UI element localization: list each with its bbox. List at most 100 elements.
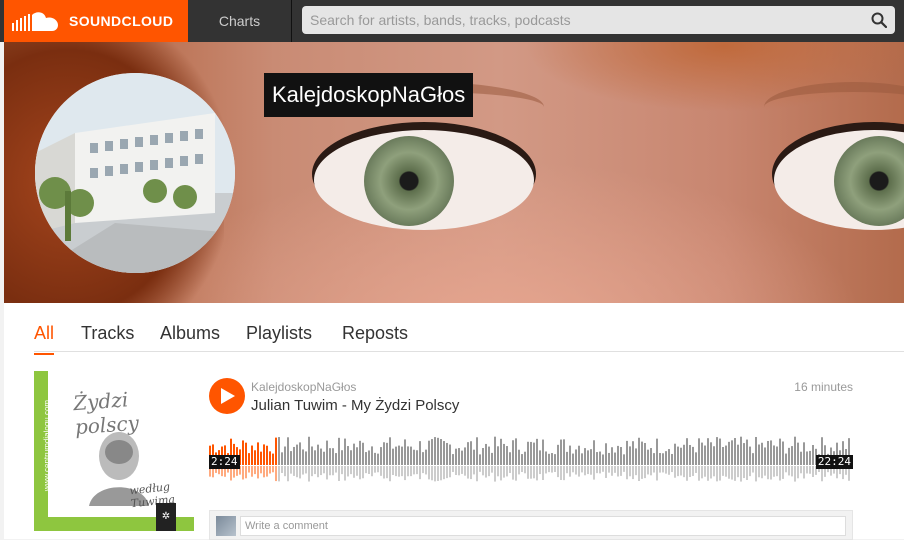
tab-tracks[interactable]: Tracks bbox=[81, 323, 134, 353]
waveform-bar-reflection bbox=[386, 466, 388, 479]
waveform-bar bbox=[377, 453, 379, 465]
waveform-bar-reflection bbox=[464, 466, 466, 476]
waveform-bar bbox=[701, 442, 703, 465]
waveform-bar bbox=[806, 451, 808, 465]
comment-input[interactable] bbox=[240, 516, 846, 536]
waveform-bar bbox=[599, 451, 601, 465]
waveform-bar bbox=[764, 447, 766, 465]
waveform-bar-reflection bbox=[713, 466, 715, 477]
waveform-bar-reflection bbox=[707, 466, 709, 481]
waveform-bar-reflection bbox=[650, 466, 652, 476]
waveform-bar-reflection bbox=[356, 466, 358, 476]
waveform-bar bbox=[491, 452, 493, 465]
waveform-bar-reflection bbox=[398, 466, 400, 477]
waveform-bar bbox=[686, 438, 688, 465]
waveform-bar-reflection bbox=[596, 466, 598, 474]
waveform-bar bbox=[413, 449, 415, 465]
waveform-bar bbox=[752, 453, 754, 465]
tab-playlists[interactable]: Playlists bbox=[246, 323, 312, 353]
waveform-bar-reflection bbox=[710, 466, 712, 479]
waveform-bar-reflection bbox=[761, 466, 763, 479]
waveform-bar-reflection bbox=[788, 466, 790, 476]
waveform-bar bbox=[512, 440, 514, 465]
waveform-bar-reflection bbox=[275, 466, 277, 482]
waveform-bar bbox=[407, 446, 409, 465]
waveform-bar-reflection bbox=[716, 466, 718, 482]
waveform-bar-reflection bbox=[698, 466, 700, 481]
waveform-bar-reflection bbox=[308, 466, 310, 482]
waveform-bar bbox=[362, 442, 364, 465]
waveform-bar bbox=[521, 454, 523, 465]
play-icon bbox=[221, 388, 235, 404]
waveform-bar-reflection bbox=[632, 466, 634, 480]
tab-all[interactable]: All bbox=[34, 323, 55, 355]
waveform-bar-reflection bbox=[455, 466, 457, 475]
waveform-bar bbox=[497, 446, 499, 465]
waveform-bar bbox=[248, 453, 250, 465]
waveform-bar-reflection bbox=[242, 466, 244, 480]
waveform-bar bbox=[551, 453, 553, 465]
waveform-bar-reflection bbox=[722, 466, 724, 476]
track-waveform[interactable] bbox=[209, 425, 853, 485]
soundcloud-logo[interactable]: SOUNDCLOUD bbox=[4, 0, 188, 42]
nav-charts[interactable]: Charts bbox=[188, 0, 292, 42]
waveform-bar-reflection bbox=[503, 466, 505, 478]
waveform-bar-reflection bbox=[272, 466, 274, 473]
waveform-bar-reflection bbox=[248, 466, 250, 473]
soundcloud-logo-icon bbox=[12, 12, 58, 31]
waveform-bar bbox=[461, 450, 463, 465]
waveform-bar-reflection bbox=[491, 466, 493, 473]
waveform-bar-reflection bbox=[545, 466, 547, 474]
waveform-bar bbox=[467, 442, 469, 465]
waveform-bar bbox=[335, 453, 337, 465]
waveform-bar-reflection bbox=[752, 466, 754, 473]
waveform-bar bbox=[770, 440, 772, 465]
play-button[interactable] bbox=[209, 378, 245, 414]
logo-text: SOUNDCLOUD bbox=[69, 13, 174, 29]
waveform-bar-reflection bbox=[731, 466, 733, 480]
waveform-bar-reflection bbox=[602, 466, 604, 472]
waveform-bar-reflection bbox=[374, 466, 376, 473]
artwork-badge-icon: ✲ bbox=[156, 503, 176, 531]
search-icon[interactable] bbox=[871, 12, 887, 28]
waveform-bar bbox=[536, 438, 538, 465]
waveform-bar-reflection bbox=[617, 466, 619, 477]
waveform-bar bbox=[743, 443, 745, 465]
waveform-bar bbox=[653, 453, 655, 465]
track-title[interactable]: Julian Tuwim - My Żydzi Polscy bbox=[251, 397, 459, 414]
search-bar bbox=[302, 6, 895, 34]
tab-reposts[interactable]: Reposts bbox=[342, 323, 408, 353]
waveform-bar-reflection bbox=[695, 466, 697, 473]
track-posted-time: 16 minutes bbox=[794, 380, 853, 394]
waveform-bar-reflection bbox=[401, 466, 403, 477]
waveform-bar bbox=[800, 451, 802, 465]
waveform-bar bbox=[554, 454, 556, 465]
waveform-bar-reflection bbox=[515, 466, 517, 481]
waveform-bar bbox=[485, 443, 487, 465]
track-artwork[interactable]: www.centrumdialogu.com Żydzi polscy wedł… bbox=[34, 371, 194, 531]
waveform-bar-reflection bbox=[677, 466, 679, 477]
waveform-bar bbox=[263, 444, 265, 465]
waveform-bar-reflection bbox=[563, 466, 565, 481]
waveform-bar-reflection bbox=[284, 466, 286, 477]
waveform-bar bbox=[650, 448, 652, 465]
search-input[interactable] bbox=[302, 6, 862, 34]
waveform-bar bbox=[449, 444, 451, 465]
waveform-bar bbox=[275, 437, 277, 465]
waveform-bar-reflection bbox=[746, 466, 748, 480]
waveform-bar bbox=[746, 439, 748, 465]
waveform-bar bbox=[392, 448, 394, 465]
waveform-bar-reflection bbox=[410, 466, 412, 477]
waveform-bar bbox=[737, 444, 739, 465]
waveform-bar-reflection bbox=[767, 466, 769, 480]
waveform-bar bbox=[428, 440, 430, 465]
waveform-bar-reflection bbox=[245, 466, 247, 479]
waveform-bar bbox=[401, 446, 403, 465]
tab-albums[interactable]: Albums bbox=[160, 323, 220, 353]
profile-avatar[interactable] bbox=[35, 73, 235, 273]
track-uploader[interactable]: KalejdoskopNaGłos bbox=[251, 380, 356, 394]
waveform-bar-reflection bbox=[779, 466, 781, 481]
waveform-bar-reflection bbox=[509, 466, 511, 474]
waveform-bar-reflection bbox=[686, 466, 688, 481]
waveform-bar-reflection bbox=[551, 466, 553, 473]
